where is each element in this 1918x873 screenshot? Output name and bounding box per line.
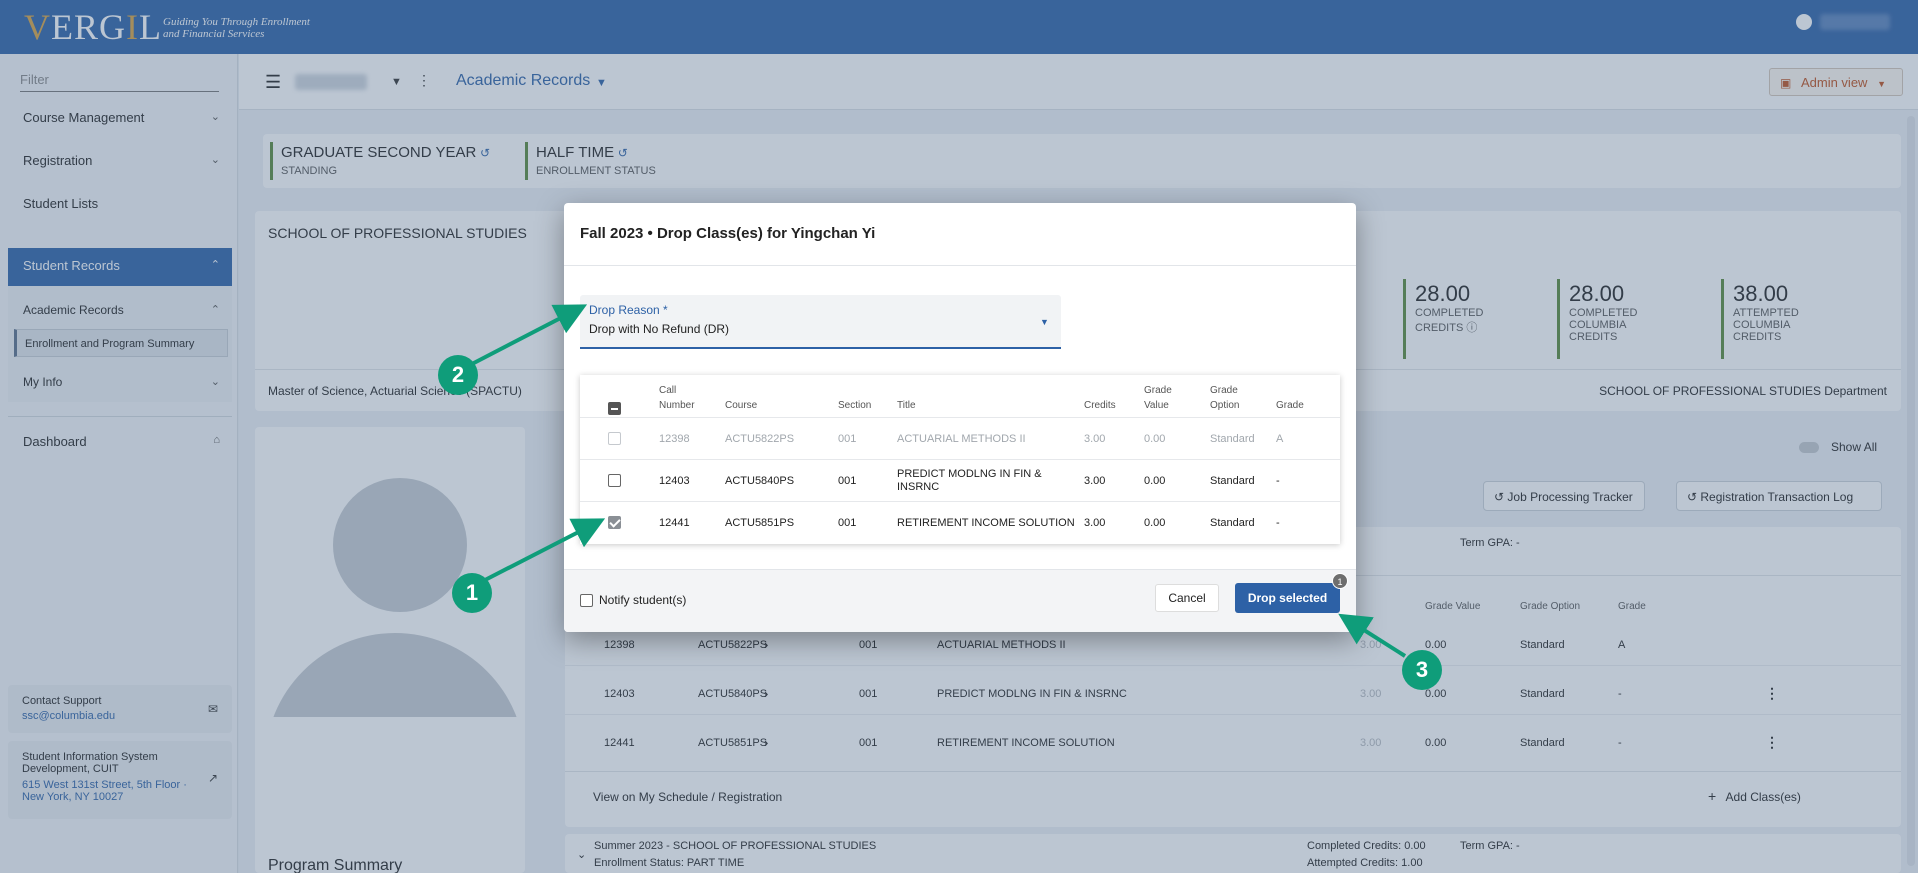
drop-reason-value: Drop with No Refund (DR) [589, 322, 730, 336]
col-header-course: Course [725, 400, 758, 411]
annotation-marker-1: 1 [452, 573, 492, 613]
grade-value: 0.00 [1144, 475, 1166, 487]
credits: 3.00 [1084, 475, 1106, 487]
dialog-footer: Notify student(s) Cancel Drop selected 1 [564, 569, 1356, 632]
grade-value: 0.00 [1144, 517, 1166, 529]
course-title: ACTUARIAL METHODS II [897, 433, 1026, 445]
notify-students-label[interactable]: Notify student(s) [599, 593, 686, 607]
call-number: 12441 [659, 517, 690, 529]
table-row: 12441 ACTU5851PS 001 RETIREMENT INCOME S… [580, 501, 1340, 544]
caret-down-icon: ▼ [1040, 317, 1049, 327]
cancel-button[interactable]: Cancel [1155, 584, 1219, 612]
course-code: ACTU5822PS [725, 433, 795, 445]
credits: 3.00 [1084, 517, 1106, 529]
annotation-marker-2: 2 [438, 355, 478, 395]
row-checkbox[interactable] [608, 516, 621, 529]
grade-option: Standard [1210, 433, 1255, 445]
course-code: ACTU5840PS [725, 475, 795, 487]
annotation-marker-3: 3 [1402, 650, 1442, 690]
table-row: 12398 ACTU5822PS 001 ACTUARIAL METHODS I… [580, 417, 1340, 459]
credits: 3.00 [1084, 433, 1106, 445]
grade-option: Standard [1210, 475, 1255, 487]
drop-reason-select[interactable]: Drop Reason * Drop with No Refund (DR) ▼ [580, 295, 1061, 349]
call-number: 12403 [659, 475, 690, 487]
section: 001 [838, 475, 857, 487]
col-header-section: Section [838, 400, 872, 411]
col-header-title: Title [897, 400, 916, 411]
selected-count-badge: 1 [1332, 573, 1348, 589]
dialog-title: Fall 2023 • Drop Class(es) for Yingchan … [580, 225, 876, 242]
drop-classes-table: Call Number Course Section Title Credits … [580, 375, 1340, 544]
row-checkbox[interactable] [608, 474, 621, 487]
course-title: RETIREMENT INCOME SOLUTION [897, 517, 1075, 529]
drop-selected-button[interactable]: Drop selected [1235, 583, 1340, 613]
grade-option: Standard [1210, 517, 1255, 529]
col-header-grade: Grade [1276, 400, 1304, 411]
drop-classes-dialog: Fall 2023 • Drop Class(es) for Yingchan … [564, 203, 1356, 632]
col-header-grade-option: Grade Option [1210, 385, 1240, 411]
col-header-grade-value: Grade Value [1144, 385, 1172, 411]
grade: - [1276, 475, 1280, 487]
course-title: PREDICT MODLNG IN FIN & INSRNC [897, 468, 1042, 493]
section: 001 [838, 433, 857, 445]
grade: A [1276, 433, 1284, 445]
notify-students-checkbox[interactable] [580, 594, 593, 607]
table-row: 12403 ACTU5840PS 001 PREDICT MODLNG IN F… [580, 459, 1340, 501]
col-header-call-number: Call Number [659, 385, 695, 411]
course-code: ACTU5851PS [725, 517, 795, 529]
drop-reason-label: Drop Reason * [589, 303, 668, 317]
row-checkbox [608, 432, 621, 445]
col-header-credits: Credits [1084, 400, 1116, 411]
section: 001 [838, 517, 857, 529]
call-number: 12398 [659, 433, 690, 445]
select-all-checkbox[interactable] [608, 402, 621, 415]
dialog-divider [564, 265, 1356, 266]
grade: - [1276, 517, 1280, 529]
grade-value: 0.00 [1144, 433, 1166, 445]
